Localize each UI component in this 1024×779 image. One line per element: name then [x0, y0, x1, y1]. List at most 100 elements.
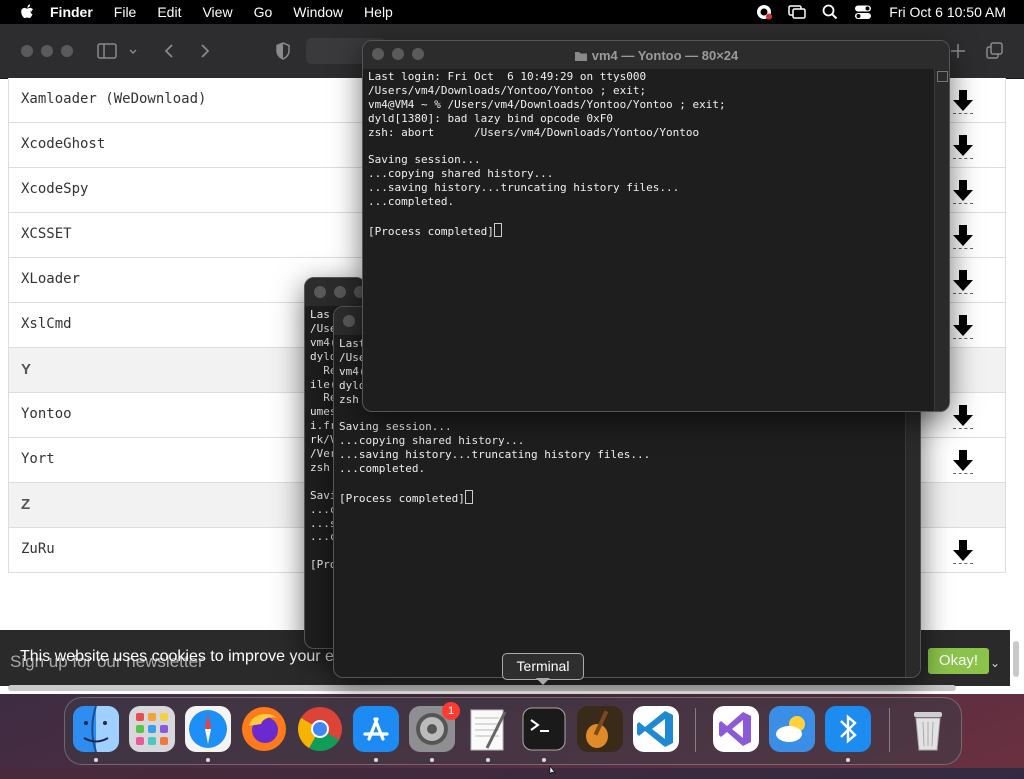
dock-firefox-icon[interactable] — [241, 706, 287, 752]
terminal-line: vm4@VM4 ~ % /Users/vm4/Downloads/Yontoo/… — [368, 97, 726, 111]
dock-garageband-icon[interactable] — [577, 706, 623, 752]
dock-chrome-icon[interactable] — [297, 706, 343, 752]
download-underline — [953, 203, 973, 204]
running-indicator — [430, 758, 434, 762]
terminal-line: /Users/vm4/Downloads/Yontoo/Yontoo ; exi… — [368, 83, 647, 97]
running-indicator — [94, 758, 98, 762]
horizontal-scrollbar[interactable] — [8, 685, 956, 691]
window-close-button[interactable] — [343, 315, 355, 327]
window-close-button[interactable] — [314, 286, 326, 298]
sidebar-icon[interactable] — [97, 42, 117, 60]
download-arrow-icon[interactable] — [952, 403, 974, 427]
tooltip-arrow — [536, 678, 550, 685]
dock-terminal-icon[interactable] — [521, 706, 567, 752]
letter-heading: Y — [21, 361, 32, 378]
terminal-titlebar[interactable]: vm4 — Yontoo — 80×24 — [363, 41, 949, 69]
dock-tooltip: Terminal — [502, 653, 584, 680]
new-tab-icon[interactable] — [948, 42, 968, 60]
menu-help[interactable]: Help — [364, 4, 393, 20]
malware-name: ZuRu — [21, 541, 55, 557]
dock-finder-icon[interactable] — [73, 706, 119, 752]
download-arrow-icon[interactable] — [952, 88, 974, 112]
window-close-button[interactable] — [21, 45, 33, 57]
dock-vscode-icon[interactable] — [633, 706, 679, 752]
dock-textedit-icon[interactable] — [465, 706, 511, 752]
apple-menu-icon[interactable] — [20, 4, 36, 20]
download-underline — [953, 293, 973, 294]
sidebar-chevron-icon[interactable] — [128, 42, 140, 60]
dock-separator — [695, 708, 696, 752]
terminal-line: ...copying shared history... — [368, 167, 554, 181]
malware-name: XcodeSpy — [21, 181, 89, 197]
dock-visual-studio-icon[interactable] — [713, 706, 759, 752]
screen-mirroring-icon[interactable] — [788, 4, 807, 20]
download-underline — [953, 248, 973, 249]
menu-clock[interactable]: Fri Oct 6 10:50 AM — [889, 4, 1006, 20]
menu-edit[interactable]: Edit — [157, 4, 181, 20]
folder-icon — [574, 50, 588, 65]
dock-separator — [889, 708, 890, 752]
forward-icon[interactable] — [195, 42, 215, 60]
terminal-line: Last login: Fri Oct 6 10:49:29 on ttys00… — [368, 70, 647, 83]
download-arrow-icon[interactable] — [952, 313, 974, 337]
terminal-line: zsh: abort /Users/vm4/Downloads/Yontoo/Y… — [368, 125, 700, 139]
terminal-output[interactable]: Last login: Fri Oct 6 10:49:29 on ttys00… — [368, 70, 726, 239]
malware-name: Yontoo — [21, 406, 72, 422]
menu-app-name[interactable]: Finder — [50, 4, 93, 20]
dock-bluetooth-icon[interactable] — [825, 706, 871, 752]
privacy-shield-icon[interactable] — [273, 42, 293, 60]
terminal-title-text: vm4 — Yontoo — 80×24 — [591, 48, 739, 63]
download-arrow-icon[interactable] — [952, 223, 974, 247]
download-arrow-icon[interactable] — [952, 133, 974, 157]
dock-safari-icon[interactable] — [185, 706, 231, 752]
window-zoom-button[interactable] — [61, 45, 73, 57]
download-underline — [953, 158, 973, 159]
menu-bar: Finder File Edit View Go Window Help Fri… — [0, 0, 1024, 24]
malware-name: Yort — [21, 451, 55, 467]
running-indicator — [486, 758, 490, 762]
download-arrow-icon[interactable] — [952, 178, 974, 202]
download-underline — [953, 563, 973, 564]
dock-launchpad-icon[interactable] — [129, 706, 175, 752]
menu-file[interactable]: File — [114, 4, 137, 20]
menu-go[interactable]: Go — [254, 4, 273, 20]
chevron-down-icon[interactable]: ⌄ — [990, 656, 1000, 670]
tab-overview-icon[interactable] — [985, 42, 1005, 60]
terminal-line: ...saving history...truncating history f… — [339, 448, 651, 462]
download-arrow-icon[interactable] — [952, 538, 974, 562]
running-indicator — [374, 758, 378, 762]
dock-trash-icon[interactable] — [905, 706, 951, 752]
download-arrow-icon[interactable] — [952, 268, 974, 292]
scroll-marker-icon — [937, 71, 948, 82]
menu-view[interactable]: View — [202, 4, 232, 20]
terminal-line: [Process completed] — [339, 489, 650, 506]
dock: 1 — [64, 697, 962, 765]
running-indicator — [846, 758, 850, 762]
running-indicator — [542, 758, 546, 762]
malware-name: XCSSET — [21, 226, 72, 242]
terminal-line: ...saving history...truncating history f… — [368, 181, 680, 195]
window-minimize-button[interactable] — [334, 286, 346, 298]
dock-weather-icon[interactable] — [769, 706, 815, 752]
dock-app-store-icon[interactable] — [353, 706, 399, 752]
menu-window[interactable]: Window — [293, 4, 343, 20]
vertical-scrollbar[interactable] — [1013, 641, 1019, 677]
cookie-message: This website uses cookies to improve you… — [20, 648, 334, 665]
terminal-window-front[interactable]: vm4 — Yontoo — 80×24 Last login: Fri Oct… — [362, 40, 950, 412]
spotlight-search-icon[interactable] — [821, 4, 839, 20]
terminal-line: ...completed. — [368, 195, 455, 209]
control-center-icon[interactable] — [854, 4, 872, 20]
download-underline — [953, 473, 973, 474]
back-icon[interactable] — [160, 42, 180, 60]
terminal-titlebar[interactable] — [305, 278, 365, 306]
window-minimize-button[interactable] — [41, 45, 53, 57]
notification-badge: 1 — [442, 702, 460, 720]
cookie-okay-button[interactable]: Okay! — [928, 648, 989, 674]
terminal-scrollbar[interactable] — [934, 69, 949, 411]
download-arrow-icon[interactable] — [952, 448, 974, 472]
malware-name: XcodeGhost — [21, 136, 106, 152]
download-underline — [953, 113, 973, 114]
creative-cloud-icon[interactable] — [755, 4, 773, 20]
